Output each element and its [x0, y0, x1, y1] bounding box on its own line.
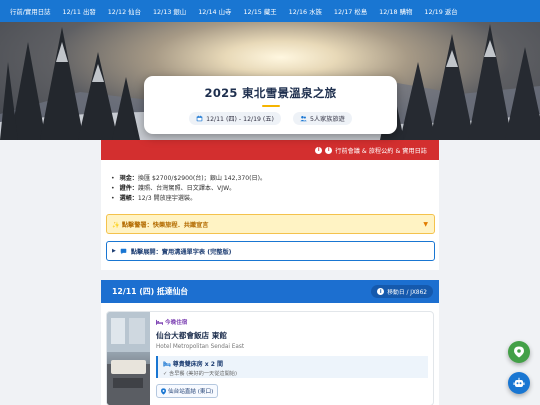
map-button[interactable] [508, 341, 530, 363]
banner-text: 行前會議 & 旅程公約 & 實用日誌 [335, 147, 427, 155]
nav-item-1214[interactable]: 12/14 山寺 [192, 7, 237, 16]
prep-info-panel: 現金：換匯 $2700/$2900(台)；銀山 142,370(日)。 證件：護… [101, 160, 439, 270]
expand-label: 點擊展開：實用溝通單字表 (完整版) [130, 248, 232, 256]
trip-party: 5人家族旅遊 [309, 116, 345, 123]
chat-bubble-icon [120, 248, 127, 254]
prep-checklist: 現金：換匯 $2700/$2900(台)；銀山 142,370(日)。 證件：護… [111, 174, 266, 205]
nav-item-1216[interactable]: 12/16 水族 [283, 7, 328, 16]
nav-item-1211[interactable]: 12/11 出發 [57, 7, 102, 16]
warning-accordion[interactable]: ✨ 點擊警署：快樂旅程．共識宣言 ▼ [106, 214, 435, 234]
nav-item-1212[interactable]: 12/12 仙台 [102, 7, 147, 16]
date-pill: 12/11 (四) - 12/19 (五) [189, 112, 281, 125]
day-header-1211: 12/11 (四) 抵達仙台 i 移動日 / JX862 [101, 280, 439, 303]
triangle-down-icon: ▼ [423, 221, 428, 228]
prep-meeting-banner[interactable]: i i 行前會議 & 旅程公約 & 實用日誌 [101, 140, 439, 160]
hotel-tag: 今晚住宿 [156, 318, 431, 326]
day-title: 12/11 (四) 抵達仙台 [112, 287, 189, 296]
nav-item-1218[interactable]: 12/18 購物 [373, 7, 418, 16]
info-icon: i [315, 146, 323, 154]
list-item: 選帳：12/3 開放座宇選裝。 [111, 194, 266, 204]
title-underline [261, 105, 280, 107]
party-pill: 5人家族旅遊 [292, 112, 352, 125]
robot-icon [513, 377, 525, 387]
info-icon-secondary: i [325, 146, 333, 154]
info-icon: i [377, 288, 385, 295]
hotel-name-en: Hotel Metropolitan Sendai East [156, 344, 245, 350]
room-box: 🛏 尊貴雙床房 x 2 間 ✓ 含早餐 (美好的一天從這開始) [156, 356, 428, 378]
nav-item-1213[interactable]: 12/13 銀山 [147, 7, 192, 16]
hotel-room-image [107, 312, 150, 405]
nav-item-1219[interactable]: 12/19 返台 [418, 7, 463, 16]
hotel-info: 今晚住宿 仙台大都會飯店 東館 Hotel Metropolitan Senda… [156, 318, 431, 399]
assistant-bot-button[interactable] [508, 372, 530, 394]
bed-icon [156, 319, 163, 325]
calendar-icon [196, 115, 203, 122]
users-icon [300, 115, 307, 122]
trip-meta: 12/11 (四) - 12/19 (五) 5人家族旅遊 [144, 112, 397, 125]
triangle-right-icon: ▶ [112, 248, 116, 254]
list-item: 現金：換匯 $2700/$2900(台)；銀山 142,370(日)。 [111, 174, 266, 184]
station-link[interactable]: 仙台站直結 (東口) [156, 384, 219, 398]
nav-item-1217[interactable]: 12/17 松島 [328, 7, 373, 16]
hotel-photo [107, 312, 150, 405]
bed-icon: 🛏 [163, 361, 171, 368]
hotel-name: 仙台大都會飯店 東館 [156, 331, 227, 340]
flight-badge: i 移動日 / JX862 [371, 285, 433, 298]
top-nav: 行前/實用日誌 12/11 出發 12/12 仙台 12/13 銀山 12/14… [0, 0, 540, 22]
nav-item-prep[interactable]: 行前/實用日誌 [4, 7, 57, 16]
list-item: 證件：護照、台灣駕照、日文譯本、VJW。 [111, 184, 266, 194]
flight-text: 移動日 / JX862 [387, 290, 427, 296]
page-title: 2025 東北雪景溫泉之旅 [204, 86, 337, 100]
map-pin-icon [161, 387, 166, 395]
hotel-card: 今晚住宿 仙台大都會飯店 東館 Hotel Metropolitan Senda… [106, 311, 434, 405]
check-icon: ✓ [163, 371, 168, 377]
map-pin-icon [514, 346, 524, 358]
warning-label: ✨ 點擊警署：快樂旅程．共識宣言 [112, 221, 209, 229]
nav-item-1215[interactable]: 12/15 藏王 [237, 7, 282, 16]
room-title: 🛏 尊貴雙床房 x 2 間 [163, 361, 224, 368]
vocab-expand-accordion[interactable]: ▶ 點擊展開：實用溝通單字表 (完整版) [106, 241, 435, 261]
room-note: ✓ 含早餐 (美好的一天從這開始) [163, 371, 237, 377]
day-body-1211: 今晚住宿 仙台大都會飯店 東館 Hotel Metropolitan Senda… [101, 303, 439, 405]
trip-dates: 12/11 (四) - 12/19 (五) [206, 116, 274, 123]
trip-title-card: 2025 東北雪景溫泉之旅 12/11 (四) - 12/19 (五) 5人家族… [144, 76, 397, 134]
